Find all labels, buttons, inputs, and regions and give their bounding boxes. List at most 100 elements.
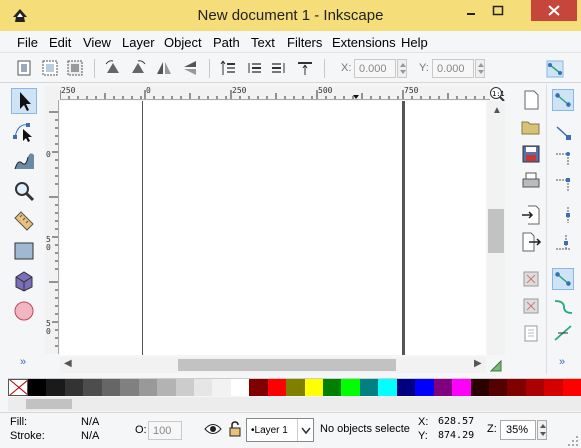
- selector-tool[interactable]: [11, 88, 37, 114]
- save-icon[interactable]: [520, 143, 542, 165]
- raise-to-top-icon[interactable]: [219, 59, 237, 77]
- zoom-spinner[interactable]: [537, 420, 547, 440]
- snap-bbox-corners-icon[interactable]: [552, 174, 574, 196]
- color-swatch[interactable]: [64, 379, 84, 396]
- color-swatch[interactable]: [507, 379, 526, 396]
- flip-vertical-icon[interactable]: [181, 59, 199, 77]
- lower-icon[interactable]: [270, 59, 288, 77]
- color-swatch[interactable]: [28, 379, 47, 396]
- no-paint-swatch[interactable]: [8, 379, 28, 396]
- layer-dropdown-button[interactable]: [297, 419, 313, 441]
- color-swatch[interactable]: [488, 379, 508, 396]
- snap-more-button[interactable]: »: [559, 356, 565, 368]
- raise-icon[interactable]: [245, 59, 263, 77]
- menu-edit[interactable]: Edit: [49, 35, 71, 50]
- color-managed-view-icon[interactable]: [489, 357, 503, 373]
- color-swatch[interactable]: [323, 379, 342, 396]
- rectangle-tool[interactable]: [11, 238, 37, 264]
- horizontal-scroll-thumb[interactable]: [178, 359, 396, 371]
- snap-bbox-centers-icon[interactable]: [552, 231, 574, 253]
- palette-scroll-thumb[interactable]: [26, 399, 72, 409]
- toolbox-more-button[interactable]: »: [20, 356, 26, 368]
- snap-bbox-midpoints-icon[interactable]: [552, 204, 574, 226]
- color-swatch[interactable]: [341, 379, 360, 396]
- tweak-tool[interactable]: [11, 148, 37, 174]
- resize-grip-icon[interactable]: [567, 435, 579, 447]
- open-folder-icon[interactable]: [520, 116, 542, 138]
- palette-scrollbar[interactable]: [8, 397, 581, 411]
- color-swatch[interactable]: [120, 379, 139, 396]
- menu-filters[interactable]: Filters: [287, 35, 322, 50]
- color-swatch[interactable]: [359, 379, 379, 396]
- lock-icon[interactable]: [228, 421, 242, 437]
- vertical-scroll-thumb[interactable]: [488, 209, 504, 253]
- export-icon[interactable]: [520, 231, 542, 253]
- y-spinner[interactable]: [475, 59, 485, 78]
- snap-path-intersections-icon[interactable]: [552, 322, 574, 344]
- menu-layer[interactable]: Layer: [122, 35, 155, 50]
- redo-icon[interactable]: [520, 295, 542, 317]
- measure-tool[interactable]: [11, 208, 37, 234]
- maximize-button[interactable]: [485, 0, 511, 21]
- flip-horizontal-icon[interactable]: [155, 59, 173, 77]
- node-tool[interactable]: [11, 118, 37, 144]
- scroll-right-icon[interactable]: ▶: [474, 358, 482, 369]
- color-swatch[interactable]: [193, 379, 213, 396]
- color-swatch[interactable]: [138, 379, 158, 396]
- menu-object[interactable]: Object: [164, 35, 202, 50]
- snap-paths-icon[interactable]: [552, 268, 574, 290]
- rotate-ccw-icon[interactable]: [104, 59, 122, 77]
- close-button[interactable]: [531, 0, 577, 21]
- ellipse-tool[interactable]: [11, 298, 37, 324]
- color-swatch[interactable]: [378, 379, 397, 396]
- color-swatch[interactable]: [562, 379, 581, 396]
- minimize-button[interactable]: [458, 0, 484, 21]
- snap-nodes-icon[interactable]: [552, 89, 574, 111]
- menu-text[interactable]: Text: [251, 35, 275, 50]
- select-all-layers-icon[interactable]: [41, 59, 59, 77]
- color-swatch[interactable]: [470, 379, 489, 396]
- color-swatch[interactable]: [433, 379, 453, 396]
- drawing-canvas[interactable]: [60, 101, 486, 355]
- snap-bbox-icon[interactable]: [552, 122, 574, 144]
- color-swatch[interactable]: [175, 379, 194, 396]
- undo-icon[interactable]: [520, 268, 542, 290]
- horizontal-scrollbar[interactable]: ◀ ▶: [60, 357, 486, 373]
- rotate-cw-icon[interactable]: [129, 59, 147, 77]
- zoom-1-1-icon[interactable]: 1:1: [489, 86, 505, 102]
- 3d-box-tool[interactable]: [11, 268, 37, 294]
- lower-to-bottom-icon[interactable]: [296, 59, 314, 77]
- new-document-icon[interactable]: [520, 89, 542, 111]
- y-coordinate-input[interactable]: 0.000: [432, 59, 474, 78]
- snap-bbox-edges-icon[interactable]: [552, 148, 574, 170]
- color-swatch[interactable]: [46, 379, 65, 396]
- zoom-input[interactable]: 35%: [500, 420, 536, 440]
- color-swatch[interactable]: [157, 379, 176, 396]
- select-all-icon[interactable]: [15, 59, 33, 77]
- color-swatch[interactable]: [396, 379, 416, 396]
- menu-view[interactable]: View: [83, 35, 111, 50]
- opacity-input[interactable]: 100: [148, 421, 182, 440]
- x-coordinate-input[interactable]: 0.000: [354, 59, 396, 78]
- color-swatch[interactable]: [415, 379, 434, 396]
- color-swatch[interactable]: [212, 379, 231, 396]
- zoom-tool[interactable]: [11, 178, 37, 204]
- color-swatch[interactable]: [286, 379, 305, 396]
- color-swatch[interactable]: [267, 379, 287, 396]
- color-swatch[interactable]: [101, 379, 121, 396]
- snap-toggle-icon[interactable]: [546, 60, 564, 78]
- color-swatch[interactable]: [83, 379, 102, 396]
- deselect-icon[interactable]: [66, 59, 84, 77]
- eye-icon[interactable]: [204, 422, 222, 436]
- menu-extensions[interactable]: Extensions: [332, 35, 396, 50]
- menu-path[interactable]: Path: [213, 35, 240, 50]
- scroll-up-icon[interactable]: ▲: [492, 105, 502, 116]
- print-icon[interactable]: [520, 170, 542, 192]
- color-swatch[interactable]: [230, 379, 250, 396]
- import-icon[interactable]: [520, 204, 542, 226]
- snap-cusp-nodes-icon[interactable]: [552, 295, 574, 317]
- x-spinner[interactable]: [397, 59, 407, 78]
- color-swatch[interactable]: [544, 379, 563, 396]
- color-swatch[interactable]: [452, 379, 471, 396]
- scroll-left-icon[interactable]: ◀: [64, 358, 72, 369]
